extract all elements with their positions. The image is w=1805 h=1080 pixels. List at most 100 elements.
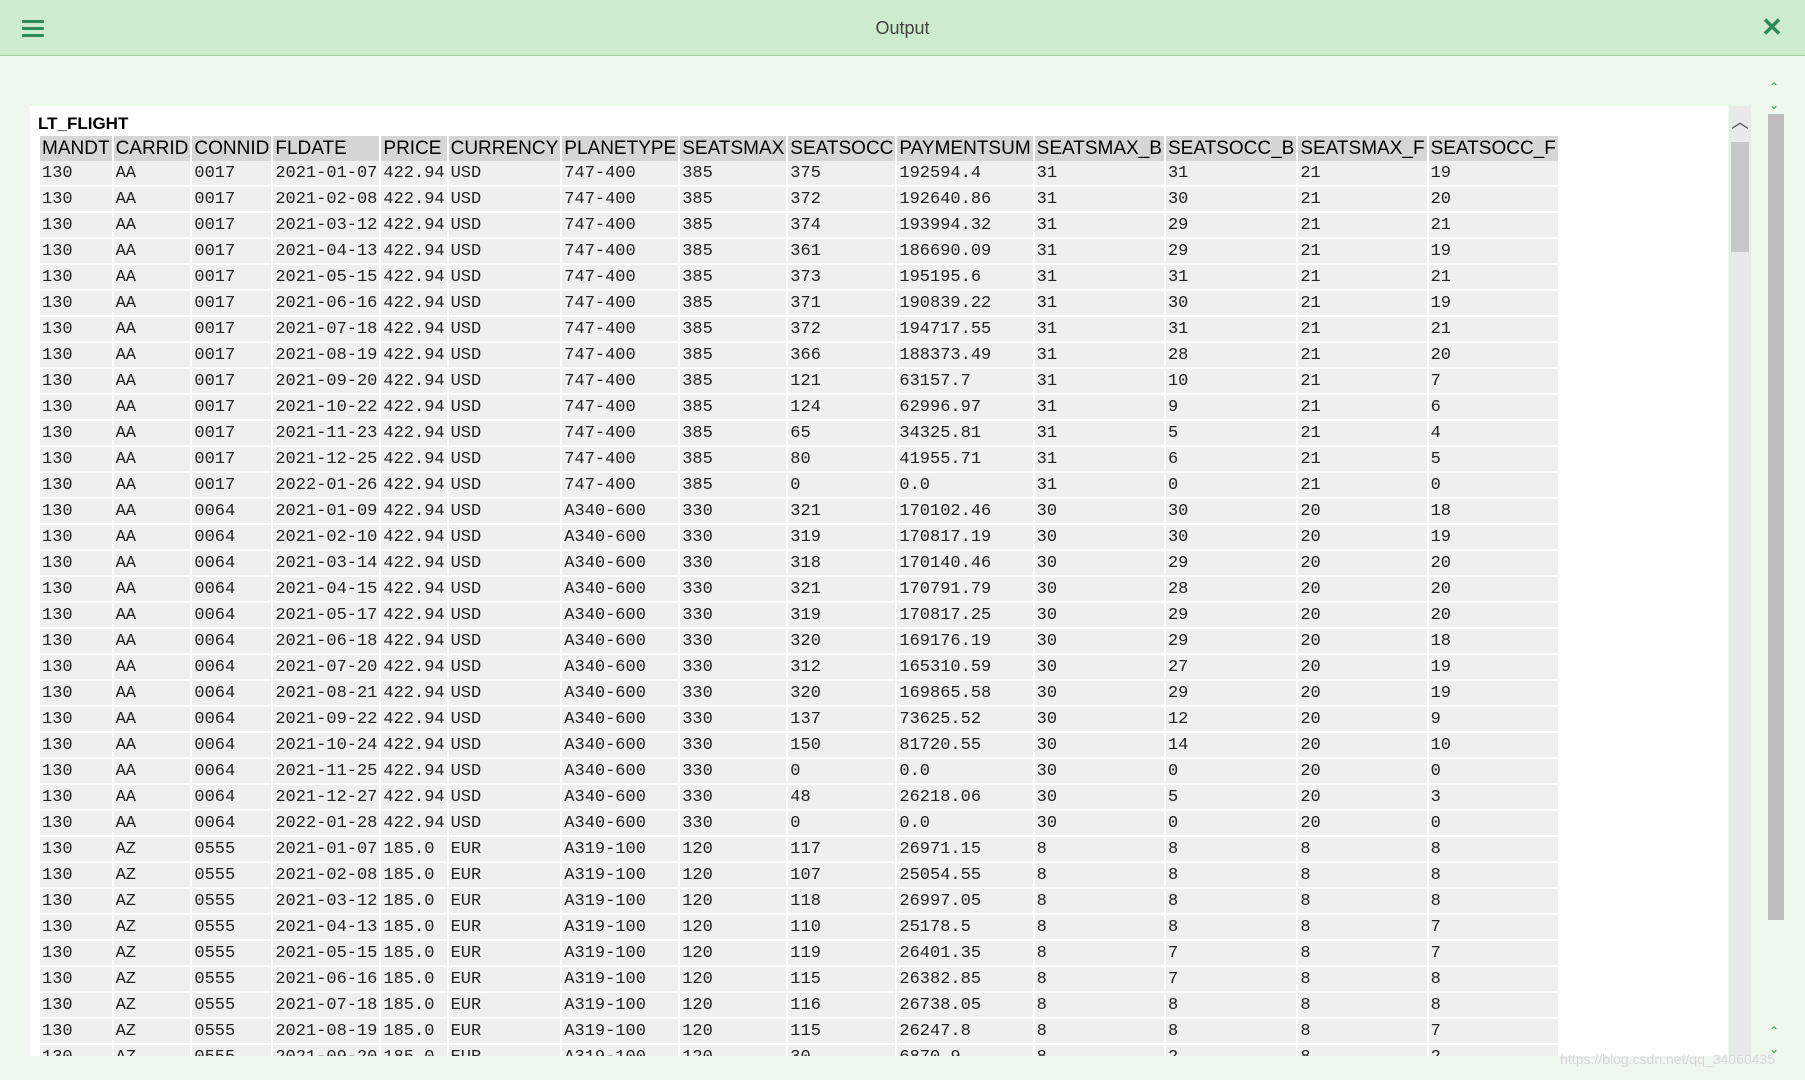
table-row: 130 AA 0017 2021-11-23 422.94 USD 747-400 385 65… bbox=[40, 421, 1558, 447]
table-cell: 0064 bbox=[192, 811, 272, 837]
table-cell: 747-400 bbox=[562, 187, 679, 213]
table-panel: LT_FLIGHT MANDT CARRID CONNID FLDATE PRICE CU… bbox=[30, 106, 1728, 1056]
table-cell: 2021-11-23 bbox=[273, 421, 380, 447]
table-cell: 30 bbox=[1165, 525, 1297, 551]
table-cell: 29 bbox=[1165, 551, 1297, 577]
table-cell: 130 bbox=[40, 343, 112, 369]
chevron-up-icon[interactable]: ︿ bbox=[1729, 112, 1751, 132]
table-cell: 0 bbox=[788, 811, 896, 837]
table-row: 130 AA 0064 2021-09-22 422.94 USD A340-600 330 1… bbox=[40, 707, 1558, 733]
table-cell: 20 bbox=[1298, 629, 1427, 655]
outer-scrollbar[interactable] bbox=[1768, 114, 1784, 920]
table-cell: 8 bbox=[1298, 837, 1427, 863]
column-header: PRICE bbox=[381, 136, 447, 161]
table-cell: 28 bbox=[1165, 343, 1297, 369]
table-cell: 30 bbox=[1034, 681, 1164, 707]
table-cell: 25054.55 bbox=[897, 863, 1033, 889]
table-cell: USD bbox=[448, 577, 561, 603]
table-cell: 0017 bbox=[192, 187, 272, 213]
table-cell: 190839.22 bbox=[897, 291, 1033, 317]
table-row: 130 AA 0017 2021-04-13 422.94 USD 747-400 385 36… bbox=[40, 239, 1558, 265]
table-cell: 385 bbox=[680, 317, 787, 343]
table-cell: 422.94 bbox=[381, 785, 447, 811]
table-cell: 0017 bbox=[192, 395, 272, 421]
table-cell: 374 bbox=[788, 213, 896, 239]
table-cell: 4 bbox=[1428, 421, 1558, 447]
table-cell: AA bbox=[113, 239, 191, 265]
table-cell: 26997.05 bbox=[897, 889, 1033, 915]
table-cell: 385 bbox=[680, 343, 787, 369]
table-cell: AZ bbox=[113, 1019, 191, 1045]
table-cell: 0555 bbox=[192, 915, 272, 941]
table-cell: 20 bbox=[1298, 603, 1427, 629]
table-cell: 422.94 bbox=[381, 499, 447, 525]
table-row: 130 AA 0064 2021-11-25 422.94 USD A340-600 330 0… bbox=[40, 759, 1558, 785]
table-cell: 116 bbox=[788, 993, 896, 1019]
table-cell: 31 bbox=[1034, 265, 1164, 291]
chevron-up-icon[interactable]: ⌃ bbox=[1767, 80, 1781, 94]
table-cell: 130 bbox=[40, 213, 112, 239]
table-cell: 21 bbox=[1298, 369, 1427, 395]
table-cell: 330 bbox=[680, 707, 787, 733]
table-cell: 312 bbox=[788, 655, 896, 681]
table-cell: A319-100 bbox=[562, 993, 679, 1019]
table-cell: 2021-03-12 bbox=[273, 213, 380, 239]
table-cell: 130 bbox=[40, 551, 112, 577]
table-cell: USD bbox=[448, 161, 561, 187]
table-cell: 30 bbox=[1034, 707, 1164, 733]
table-cell: 130 bbox=[40, 1045, 112, 1056]
table-row: 130 AA 0017 2021-01-07 422.94 USD 747-400 385 37… bbox=[40, 161, 1558, 187]
chevron-down-icon[interactable]: ⌄ bbox=[1767, 98, 1781, 112]
table-cell: 21 bbox=[1298, 187, 1427, 213]
table-cell: 2021-04-15 bbox=[273, 577, 380, 603]
table-row: 130 AA 0017 2021-06-16 422.94 USD 747-400 385 37… bbox=[40, 291, 1558, 317]
table-cell: 422.94 bbox=[381, 395, 447, 421]
table-cell: 188373.49 bbox=[897, 343, 1033, 369]
table-cell: AZ bbox=[113, 889, 191, 915]
table-cell: 8 bbox=[1298, 967, 1427, 993]
table-cell: 422.94 bbox=[381, 525, 447, 551]
table-cell: 63157.7 bbox=[897, 369, 1033, 395]
table-cell: AA bbox=[113, 187, 191, 213]
close-icon[interactable]: ✕ bbox=[1757, 12, 1787, 42]
table-cell: 0017 bbox=[192, 421, 272, 447]
table-cell: 747-400 bbox=[562, 447, 679, 473]
table-cell: 8 bbox=[1165, 993, 1297, 1019]
table-cell: 20 bbox=[1298, 577, 1427, 603]
table-cell: 31 bbox=[1034, 291, 1164, 317]
table-cell: 2021-07-18 bbox=[273, 993, 380, 1019]
table-cell: 29 bbox=[1165, 239, 1297, 265]
table-cell: 372 bbox=[788, 187, 896, 213]
table-cell: 747-400 bbox=[562, 161, 679, 187]
table-cell: 0 bbox=[1428, 473, 1558, 499]
table-cell: A340-600 bbox=[562, 733, 679, 759]
table-cell: 8 bbox=[1034, 967, 1164, 993]
table-row: 130 AA 0064 2021-05-17 422.94 USD A340-600 330 3… bbox=[40, 603, 1558, 629]
scrollbar-thumb[interactable] bbox=[1731, 142, 1749, 252]
table-cell: USD bbox=[448, 343, 561, 369]
table-cell: 130 bbox=[40, 473, 112, 499]
table-cell: 21 bbox=[1428, 213, 1558, 239]
table-cell: 0017 bbox=[192, 161, 272, 187]
table-cell: AA bbox=[113, 447, 191, 473]
panel-scrollbar[interactable]: ︿ bbox=[1729, 106, 1751, 1056]
table-cell: 20 bbox=[1298, 525, 1427, 551]
table-cell: USD bbox=[448, 655, 561, 681]
chevron-up-icon[interactable]: ⌃ bbox=[1767, 1024, 1781, 1038]
table-cell: A319-100 bbox=[562, 1019, 679, 1045]
table-cell: 0064 bbox=[192, 525, 272, 551]
table-cell: 19 bbox=[1428, 525, 1558, 551]
table-cell: USD bbox=[448, 603, 561, 629]
table-cell: 422.94 bbox=[381, 317, 447, 343]
table-cell: A340-600 bbox=[562, 707, 679, 733]
table-cell: A340-600 bbox=[562, 655, 679, 681]
table-cell: 371 bbox=[788, 291, 896, 317]
table-cell: 19 bbox=[1428, 291, 1558, 317]
table-row: 130 AA 0064 2022-01-28 422.94 USD A340-600 330 0… bbox=[40, 811, 1558, 837]
table-cell: 2021-09-20 bbox=[273, 369, 380, 395]
table-cell: 186690.09 bbox=[897, 239, 1033, 265]
table-cell: 319 bbox=[788, 525, 896, 551]
table-row: 130 AZ 0555 2021-01-07 185.0 EUR A319-100 120 11… bbox=[40, 837, 1558, 863]
table-cell: 0 bbox=[1165, 811, 1297, 837]
table-cell: 26218.06 bbox=[897, 785, 1033, 811]
